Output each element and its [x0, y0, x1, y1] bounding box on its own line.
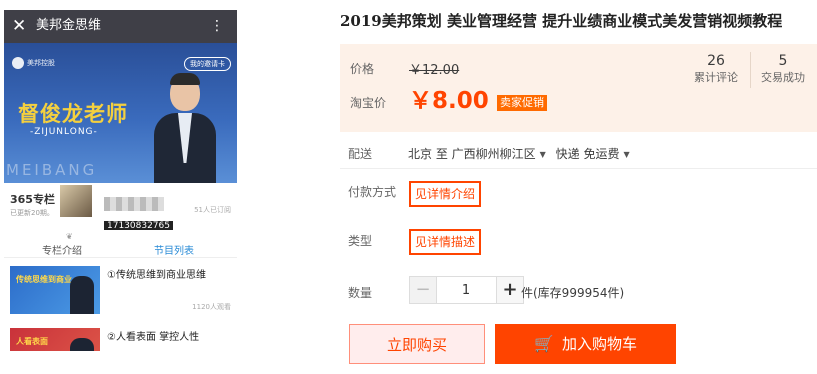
brand-logo: 美邦控股 — [12, 57, 55, 69]
sales-count: 5 交易成功 — [753, 52, 813, 86]
ship-to: 广西柳州柳江区 — [451, 147, 536, 161]
column-title: 365专栏 — [10, 193, 55, 206]
lesson-title: ①传统思维到商业思维 — [107, 270, 206, 281]
payment-option[interactable]: 见详情介绍 — [409, 181, 482, 207]
teacher-name: 督俊龙老师 — [18, 102, 128, 126]
current-price: ￥8.00 — [409, 88, 489, 114]
brand-text: 美邦控股 — [27, 59, 55, 67]
product-title: 2019美邦策划 美业管理经营 提升业绩商业模式美发营销视频教程 — [340, 12, 783, 30]
price-panel: 价格 ￥12.00 淘宝价 ￥8.00 卖家促销 26 累计评论 5 交易成功 — [340, 44, 817, 132]
stat-divider — [750, 52, 751, 88]
add-to-cart-button[interactable]: 🛒 加入购物车 — [495, 324, 676, 364]
original-price: ￥12.00 — [409, 63, 460, 78]
tab-list: 节目列表 — [154, 246, 194, 257]
add-to-cart-label: 加入购物车 — [561, 335, 637, 353]
quantity-input[interactable]: 1 — [436, 276, 496, 304]
type-option[interactable]: 见详情描述 — [409, 229, 482, 255]
close-icon: ✕ — [12, 16, 27, 36]
price-label: 价格 — [350, 62, 375, 76]
sales-count-value: 5 — [778, 53, 788, 69]
chevron-down-icon: ▼ — [623, 150, 630, 159]
phone-header: ✕ 美邦金思维 ⋮ — [4, 10, 237, 43]
lesson-thumbnail: 传统思维到商业 — [10, 266, 100, 314]
lesson-title: ②人看表面 掌控人性 — [107, 332, 200, 343]
update-count: 已更新20期。 — [10, 209, 54, 217]
quantity-minus-button[interactable]: − — [409, 276, 437, 304]
teacher-pinyin: -ZIJUNLONG- — [30, 127, 98, 137]
banner-watermark: MEIBANG — [6, 161, 98, 179]
leaf-icon: ❦ — [66, 232, 73, 241]
ship-method: 快递 免运费 — [555, 147, 620, 161]
lesson-thumb-text: 传统思维到商业 — [16, 275, 72, 284]
course-banner: 美邦控股 我的邀请卡 督俊龙老师 -ZIJUNLONG- MEIBANG — [4, 43, 237, 183]
tab-intro: 专栏介绍 — [42, 246, 82, 257]
subscriber-count: 51人已订阅 — [194, 206, 231, 214]
type-label: 类型 — [348, 234, 373, 248]
invite-card-label: 我的邀请卡 — [184, 57, 231, 71]
lesson-item: 人看表面 ②人看表面 掌控人性 — [4, 324, 237, 351]
chevron-down-icon: ▼ — [539, 150, 546, 159]
ship-to-select[interactable]: 广西柳州柳江区 ▼ — [452, 147, 552, 161]
phone-tabs: ❦ 专栏介绍 节目列表 — [4, 230, 237, 258]
buy-now-button[interactable]: 立即购买 — [349, 324, 485, 364]
ship-method-select[interactable]: 快递 免运费 ▼ — [556, 147, 636, 161]
lesson-thumbnail: 人看表面 — [10, 328, 100, 351]
review-count-value: 26 — [707, 53, 725, 69]
quantity-plus-button[interactable]: + — [496, 276, 524, 304]
teacher-photo — [154, 73, 216, 183]
lesson-item: 传统思维到商业 ①传统思维到商业思维 1120人观看 — [4, 262, 237, 320]
stock-text: 件(库存999954件) — [521, 286, 625, 300]
lesson-views: 1120人观看 — [192, 303, 231, 311]
review-count-label: 累计评论 — [694, 71, 738, 84]
product-preview-image[interactable]: ✕ 美邦金思维 ⋮ 美邦控股 我的邀请卡 督俊龙老师 -ZIJUNLONG- M… — [4, 10, 237, 351]
ship-from: 北京 至 — [408, 147, 448, 161]
review-count[interactable]: 26 累计评论 — [686, 52, 746, 86]
lesson-thumb-text: 人看表面 — [16, 337, 48, 346]
sales-count-label: 交易成功 — [761, 71, 805, 84]
payment-label: 付款方式 — [348, 185, 397, 199]
blurred-text — [104, 197, 164, 211]
product-page: ✕ 美邦金思维 ⋮ 美邦控股 我的邀请卡 督俊龙老师 -ZIJUNLONG- M… — [0, 0, 817, 374]
phone-app-title: 美邦金思维 — [36, 18, 102, 33]
column-info: 365专栏 已更新20期。 51人已订阅 17130832765 — [4, 183, 237, 232]
shipping-label: 配送 — [348, 147, 373, 161]
cart-icon: 🛒 — [534, 334, 554, 353]
column-thumbnail — [60, 185, 92, 217]
promo-badge: 卖家促销 — [497, 95, 547, 111]
taobao-price-label: 淘宝价 — [350, 96, 387, 110]
quantity-label: 数量 — [348, 286, 373, 300]
shipping-info: 北京 至 广西柳州柳江区 ▼ 快递 免运费 ▼ — [408, 145, 636, 162]
more-icon: ⋮ — [210, 18, 224, 34]
divider — [340, 168, 817, 169]
